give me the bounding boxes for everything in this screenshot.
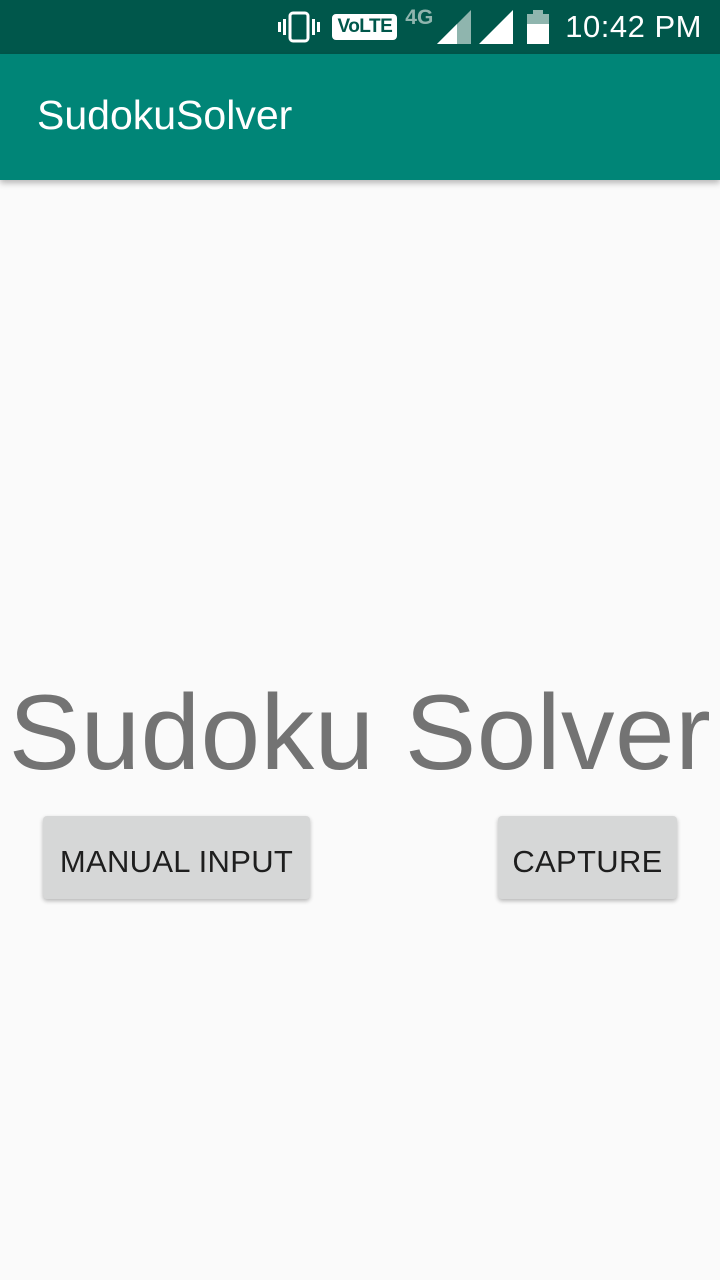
volte-badge: VoLTE bbox=[332, 14, 398, 40]
signal-icon-2 bbox=[479, 10, 514, 44]
vibrate-icon bbox=[278, 11, 321, 43]
manual-input-button[interactable]: MANUAL INPUT bbox=[43, 816, 310, 899]
signal-icon bbox=[437, 10, 472, 44]
battery-icon bbox=[527, 10, 550, 44]
capture-button[interactable]: CAPTURE bbox=[498, 816, 677, 899]
app-bar: SudokuSolver bbox=[0, 54, 720, 180]
app-title: SudokuSolver bbox=[37, 92, 293, 138]
status-icons: VoLTE 4G 10:42 PM bbox=[278, 6, 702, 46]
network-type-label: 4G bbox=[405, 6, 434, 29]
status-bar: VoLTE 4G 10:42 PM bbox=[0, 0, 720, 54]
headline: Sudoku Solver bbox=[8, 672, 712, 792]
clock: 10:42 PM bbox=[565, 9, 702, 44]
